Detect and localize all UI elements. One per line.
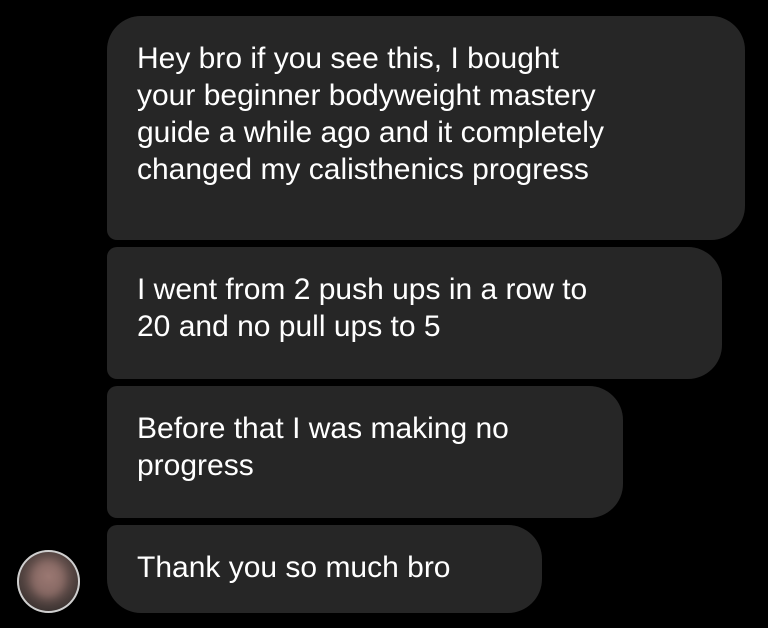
message-text: I went from 2 push ups in a row to 20 an… [137, 273, 588, 343]
message-bubble[interactable]: Hey bro if you see this, I bought your b… [107, 16, 745, 240]
sender-avatar[interactable] [17, 550, 80, 613]
message-bubble[interactable]: I went from 2 push ups in a row to 20 an… [107, 247, 722, 379]
message-text: Thank you so much bro [137, 551, 451, 584]
message-bubble[interactable]: Thank you so much bro [107, 525, 542, 613]
dm-conversation: Hey bro if you see this, I bought your b… [0, 0, 768, 628]
message-text: Hey bro if you see this, I bought your b… [137, 42, 604, 186]
avatar-image [31, 560, 65, 598]
message-bubble[interactable]: Before that I was making no progress [107, 386, 623, 518]
message-text: Before that I was making no progress [137, 412, 509, 482]
